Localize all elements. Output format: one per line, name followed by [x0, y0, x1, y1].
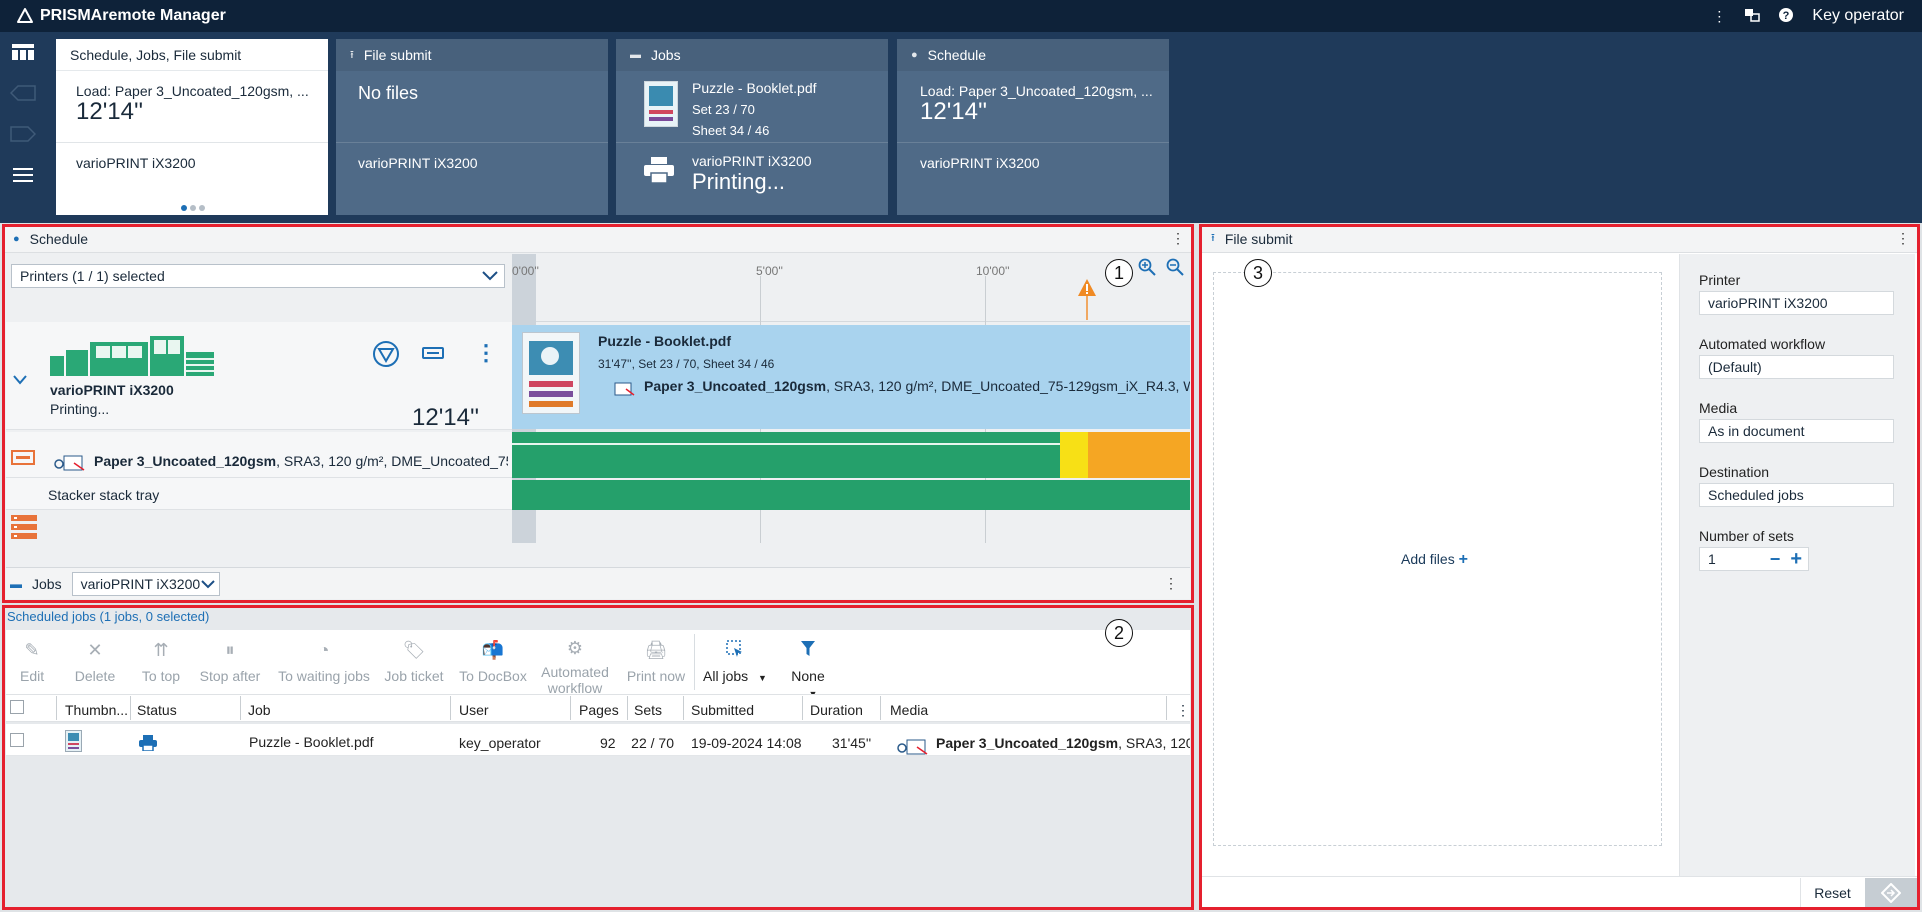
callout-number-2: 2: [1105, 619, 1133, 647]
tile-printer: varioPRINT iX3200: [920, 155, 1040, 171]
tile-schedule-jobs-file-submit[interactable]: Schedule, Jobs, File submit Load: Paper …: [56, 39, 328, 215]
callout-frame-schedule: [2, 224, 1194, 603]
clock-icon: ●: [911, 49, 918, 61]
prisma-logo-icon: [14, 5, 36, 27]
tile-job-name: Puzzle - Booklet.pdf: [692, 80, 817, 96]
jobs-folder-icon: ▬: [630, 49, 641, 61]
tile-file-submit[interactable]: ⭱ File submit No files varioPRINT iX3200: [336, 39, 608, 215]
printer-icon: [644, 157, 674, 195]
callout-number-3: 3: [1244, 259, 1272, 287]
tile-page-dots[interactable]: [181, 205, 205, 211]
tile-job-sheet: Sheet 34 / 46: [692, 123, 770, 138]
tile-load-text: Load: Paper 3_Uncoated_120gsm, ...: [76, 83, 309, 99]
tile-printer: varioPRINT iX3200: [358, 155, 478, 171]
menu-icon[interactable]: [12, 167, 33, 186]
tile-status: No files: [358, 83, 419, 103]
app-title: PRISMAremote Manager: [40, 7, 226, 24]
job-thumbnail: [644, 81, 678, 127]
tile-time: 12'14'': [920, 98, 988, 125]
upload-icon: ⭱: [350, 48, 354, 61]
tile-time: 12'14'': [76, 98, 144, 125]
tile-printer: varioPRINT iX3200: [76, 155, 196, 171]
callout-frame-jobs: [2, 605, 1194, 910]
tile-header: File submit: [363, 47, 432, 63]
callout-number-1: 1: [1105, 259, 1133, 287]
tile-printer-state: Printing...: [692, 169, 785, 194]
tile-load-text: Load: Paper 3_Uncoated_120gsm, ...: [920, 83, 1153, 99]
forward-icon[interactable]: [9, 126, 36, 145]
top-bar: PRISMAremote Manager ⋮ ? Key operator: [0, 0, 1922, 32]
help-icon[interactable]: ?: [1778, 7, 1794, 26]
tile-header: Jobs: [651, 47, 681, 63]
tiles-view-icon[interactable]: [11, 44, 34, 63]
tile-job-set: Set 23 / 70: [692, 102, 755, 117]
language-icon[interactable]: [1744, 7, 1761, 26]
user-name[interactable]: Key operator: [1812, 7, 1904, 25]
left-nav: [0, 32, 45, 223]
tile-header: Schedule: [927, 47, 987, 63]
tile-jobs[interactable]: ▬ Jobs Puzzle - Booklet.pdf Set 23 / 70 S…: [616, 39, 888, 215]
more-options-icon[interactable]: ⋮: [1712, 8, 1726, 25]
back-icon[interactable]: [9, 85, 36, 104]
svg-text:?: ?: [1783, 10, 1790, 22]
tile-printer: varioPRINT iX3200: [692, 153, 812, 169]
tile-schedule[interactable]: ● Schedule Load: Paper 3_Uncoated_120gsm,…: [897, 39, 1169, 215]
callout-frame-file-submit: [1199, 224, 1920, 910]
tile-header: Schedule, Jobs, File submit: [70, 46, 242, 63]
